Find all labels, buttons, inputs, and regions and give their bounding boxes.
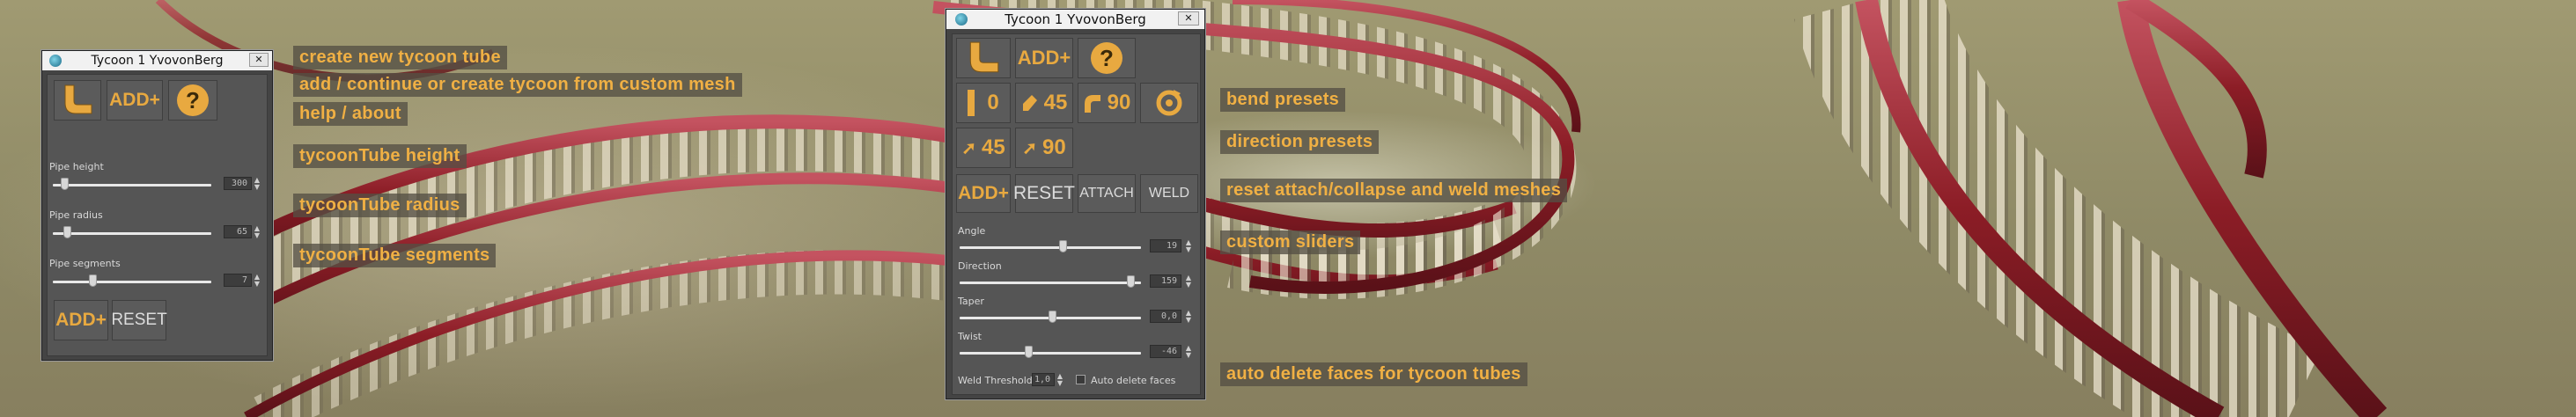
main-panel: ADD+ ? 0 45 90 ➚ 45 ➚ 90 ADD+ RESET ATTACH…	[952, 33, 1201, 395]
window-titlebar[interactable]: Tycoon 1 YvovonBerg ✕	[42, 51, 272, 70]
help-icon: ?	[177, 84, 209, 116]
caption-custom-sliders: custom sliders	[1220, 230, 1361, 254]
help-button[interactable]: ?	[168, 80, 217, 121]
caption-direction-presets: direction presets	[1220, 130, 1380, 154]
twist-field[interactable]: -46	[1150, 345, 1181, 358]
slider-direction[interactable]	[960, 282, 1141, 284]
direction-45-button[interactable]: ➚ 45	[956, 128, 1011, 168]
tube-bend-icon	[64, 84, 92, 114]
slider-thumb[interactable]	[1049, 311, 1057, 323]
caption-tube-radius: tycoonTube radius	[293, 194, 467, 217]
slider-thumb[interactable]	[89, 274, 97, 287]
slider-thumb[interactable]	[60, 178, 69, 190]
slider-label-pipe-segments: Pipe segments	[49, 258, 121, 269]
angle-field[interactable]: 19	[1150, 239, 1181, 252]
auto-delete-label: Auto delete faces	[1091, 375, 1176, 386]
slider-label-twist: Twist	[958, 331, 982, 342]
rotate-button[interactable]	[1140, 83, 1198, 123]
tycoon-window-small: Tycoon 1 YvovonBerg ✕ ADD+ ? Pipe height…	[41, 50, 273, 361]
tycoon-window-large: Tycoon 1 YvovonBerg ✕ ADD+ ? 0 45 90 ➚ 45…	[946, 9, 1205, 399]
caption-auto-delete: auto delete faces for tycoon tubes	[1220, 362, 1527, 386]
direction-field[interactable]: 159	[1150, 274, 1181, 288]
slider-thumb[interactable]	[63, 226, 72, 238]
spinner-down-icon[interactable]: ▼	[1185, 317, 1192, 324]
slider-label-direction: Direction	[958, 260, 1002, 272]
help-icon: ?	[1091, 42, 1122, 74]
spinner-down-icon[interactable]: ▼	[254, 232, 261, 239]
add-button-bottom[interactable]: ADD+	[54, 300, 108, 340]
spinner-down-icon[interactable]: ▼	[1185, 246, 1192, 253]
caption-help-about: help / about	[293, 102, 408, 126]
spinner-down-icon[interactable]: ▼	[254, 281, 261, 288]
create-tube-button[interactable]	[956, 38, 1011, 78]
bend-45-icon	[1022, 95, 1037, 111]
slider-label-taper: Taper	[958, 296, 984, 307]
caption-reset-attach-weld: reset attach/collapse and weld meshes	[1220, 179, 1568, 202]
caption-tube-segments: tycoonTube segments	[293, 244, 497, 267]
slider-angle[interactable]	[960, 246, 1141, 249]
slider-thumb[interactable]	[1059, 240, 1068, 252]
spinner-down-icon[interactable]: ▼	[1056, 380, 1064, 387]
pipe-height-field[interactable]: 300	[224, 177, 252, 190]
window-titlebar[interactable]: Tycoon 1 YvovonBerg ✕	[946, 10, 1204, 29]
spinner-down-icon[interactable]: ▼	[1185, 352, 1192, 359]
caption-tube-height: tycoonTube height	[293, 144, 467, 168]
slider-pipe-height[interactable]	[53, 184, 211, 187]
reset-button[interactable]: RESET	[1013, 174, 1075, 213]
slider-pipe-radius[interactable]	[53, 232, 211, 235]
coaster-track-right	[1793, 0, 2388, 417]
caption-create-new-tube: create new tycoon tube	[293, 46, 507, 70]
caption-bend-presets: bend presets	[1220, 88, 1346, 112]
taper-field[interactable]: 0,0	[1150, 310, 1181, 323]
window-title: Tycoon 1 YvovonBerg	[1005, 11, 1146, 27]
bend-90-button[interactable]: 90	[1078, 83, 1136, 123]
straight-tube-icon	[968, 90, 975, 116]
attach-button[interactable]: ATTACH	[1078, 174, 1136, 213]
direction-90-button[interactable]: ➚ 90	[1015, 128, 1073, 168]
bend-90-label: 90	[1107, 91, 1131, 114]
slider-thumb[interactable]	[1025, 346, 1034, 358]
help-button[interactable]: ?	[1078, 38, 1136, 78]
bend-45-label: 45	[1043, 91, 1068, 114]
weld-threshold-field[interactable]: 1,0	[1032, 373, 1055, 386]
reset-button[interactable]: RESET	[111, 300, 167, 340]
add-button[interactable]: ADD+	[107, 80, 163, 121]
weld-button[interactable]: WELD	[1140, 174, 1198, 213]
slider-thumb[interactable]	[1126, 275, 1135, 288]
rotate-icon	[1156, 90, 1182, 116]
slider-pipe-segments[interactable]	[53, 281, 211, 283]
close-button[interactable]: ✕	[249, 53, 269, 67]
weld-threshold-label: Weld Threshold:	[958, 375, 1036, 386]
bend-0-label: 0	[987, 91, 999, 114]
main-panel: ADD+ ? Pipe height 300 ▲ ▼ Pipe radius 6…	[47, 74, 268, 356]
direction-45-label: 45	[982, 135, 1005, 159]
arrow-diagonal-icon: ➚	[1022, 138, 1038, 158]
auto-delete-checkbox[interactable]	[1076, 375, 1086, 384]
tube-bend-icon	[969, 41, 999, 73]
add-button[interactable]: ADD+	[1015, 38, 1073, 78]
pipe-radius-field[interactable]: 65	[224, 225, 252, 238]
window-title: Tycoon 1 YvovonBerg	[91, 54, 224, 68]
bend-0-button[interactable]: 0	[956, 83, 1011, 123]
slider-label-pipe-height: Pipe height	[49, 161, 104, 172]
add-button-secondary[interactable]: ADD+	[956, 174, 1011, 213]
caption-add-continue: add / continue or create tycoon from cus…	[293, 73, 742, 97]
slider-twist[interactable]	[960, 352, 1141, 355]
create-tube-button[interactable]	[54, 80, 101, 121]
spinner-down-icon[interactable]: ▼	[254, 184, 261, 191]
bend-90-icon	[1084, 95, 1100, 113]
bend-45-button[interactable]: 45	[1015, 83, 1073, 123]
close-button[interactable]: ✕	[1178, 11, 1199, 26]
spinner-down-icon[interactable]: ▼	[1185, 282, 1192, 289]
pipe-segments-field[interactable]: 7	[224, 274, 252, 287]
slider-label-angle: Angle	[958, 225, 986, 237]
direction-90-label: 90	[1042, 135, 1066, 159]
arrow-diagonal-icon: ➚	[961, 138, 977, 158]
slider-label-pipe-radius: Pipe radius	[49, 209, 103, 221]
